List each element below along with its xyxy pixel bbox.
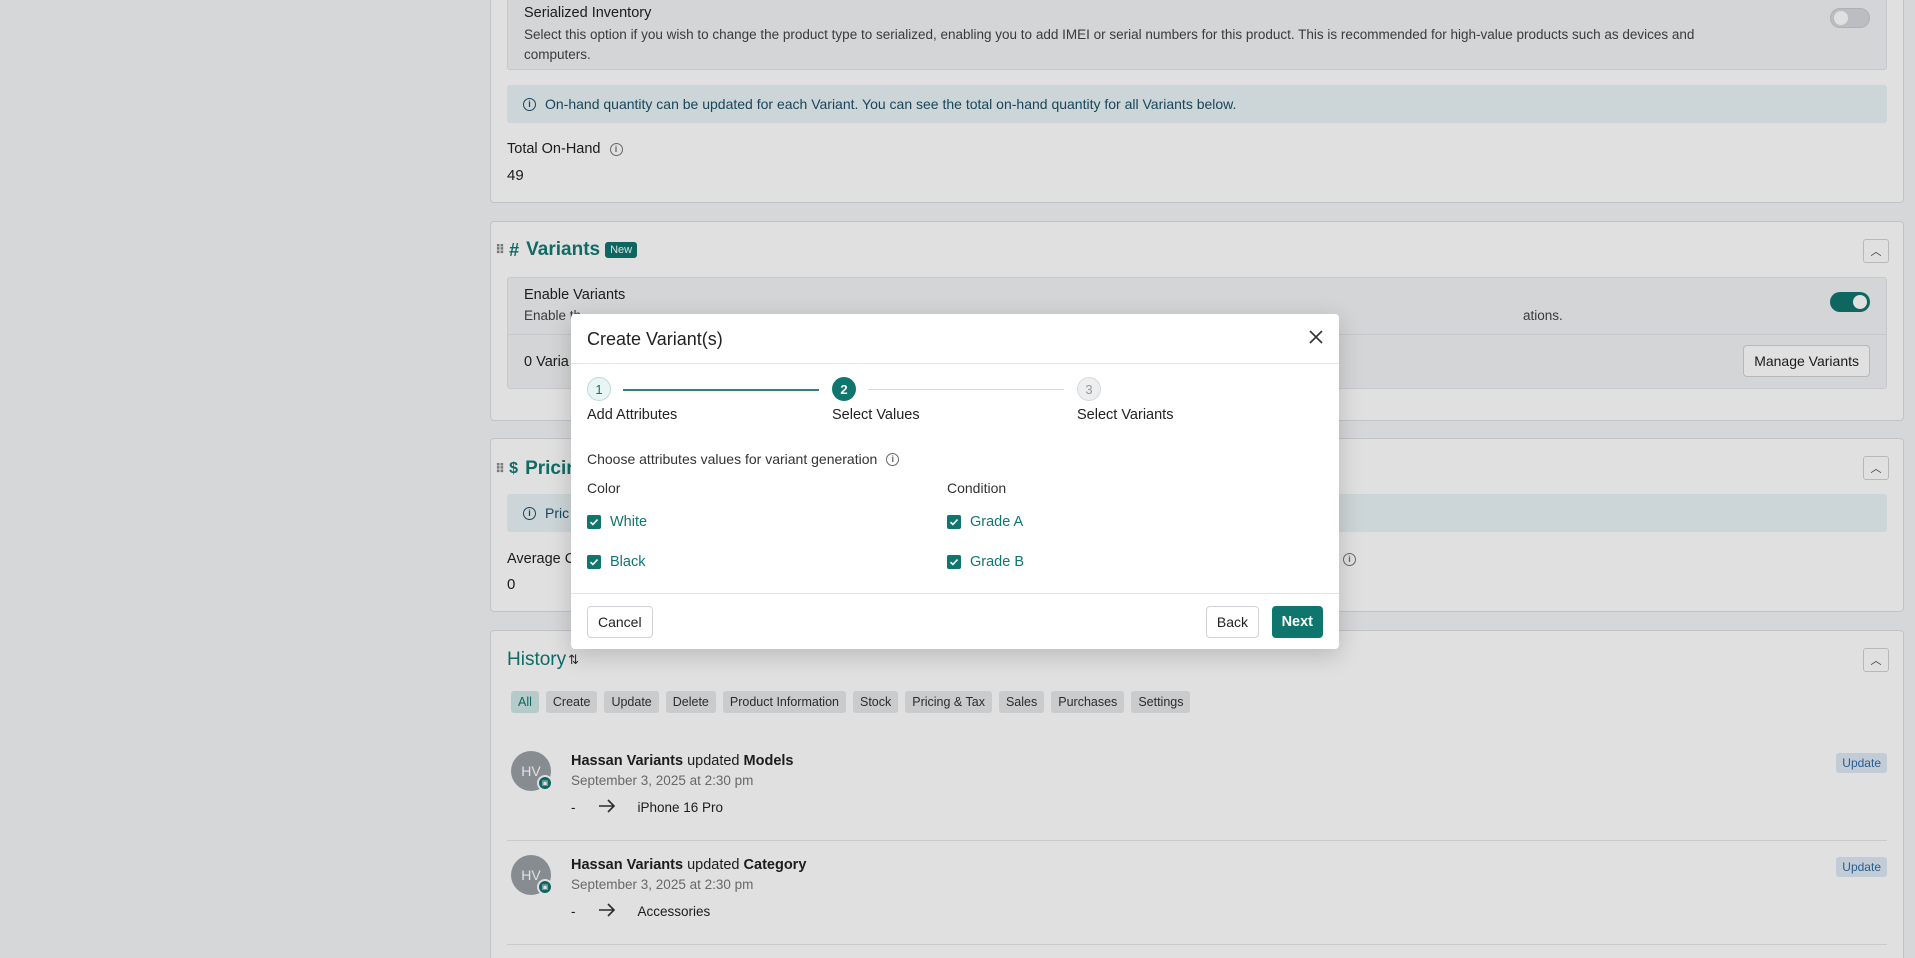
checkbox-checked-icon[interactable]: [587, 515, 601, 529]
info-icon[interactable]: i: [886, 452, 900, 466]
create-variants-modal: Create Variant(s) 1 Add Attributes 2 Sel…: [571, 314, 1339, 649]
next-button[interactable]: Next: [1271, 606, 1323, 638]
step-connector: [623, 389, 819, 391]
back-button[interactable]: Back: [1205, 606, 1259, 638]
attribute-option[interactable]: White: [587, 511, 647, 533]
attribute-title: Condition: [947, 480, 1007, 496]
step-3-circle: 3: [1077, 377, 1101, 401]
checkbox-checked-icon[interactable]: [947, 515, 961, 529]
attribute-condition: Condition Grade A Grade B: [947, 480, 1024, 591]
choose-attributes-label: Choose attributes values for variant gen…: [587, 451, 900, 467]
attribute-color: Color White Black: [587, 480, 647, 591]
modal-title: Create Variant(s): [587, 329, 723, 349]
step-2-circle: 2: [832, 377, 856, 401]
step-3-label: Select Variants: [1077, 407, 1174, 423]
cancel-button[interactable]: Cancel: [587, 606, 653, 638]
attribute-title: Color: [587, 480, 621, 496]
modal-header: Create Variant(s): [571, 314, 1339, 364]
attribute-option[interactable]: Black: [587, 551, 647, 573]
attribute-option-label[interactable]: Black: [610, 554, 645, 570]
choose-attributes-text: Choose attributes values for variant gen…: [587, 451, 878, 467]
step-2-label: Select Values: [832, 407, 920, 423]
step-connector: [868, 389, 1064, 390]
step-1-circle: 1: [587, 377, 611, 401]
attribute-option[interactable]: Grade B: [947, 551, 1024, 573]
modal-footer: Cancel Back Next: [571, 593, 1339, 649]
close-icon[interactable]: [1307, 328, 1325, 346]
checkbox-checked-icon[interactable]: [947, 555, 961, 569]
attribute-option-label[interactable]: White: [610, 514, 647, 530]
attribute-option[interactable]: Grade A: [947, 511, 1024, 533]
attribute-option-label[interactable]: Grade B: [970, 554, 1024, 570]
attribute-option-label[interactable]: Grade A: [970, 514, 1023, 530]
checkbox-checked-icon[interactable]: [587, 555, 601, 569]
stepper: 1 Add Attributes 2 Select Values 3 Selec…: [587, 377, 1323, 437]
step-1-label: Add Attributes: [587, 407, 678, 423]
